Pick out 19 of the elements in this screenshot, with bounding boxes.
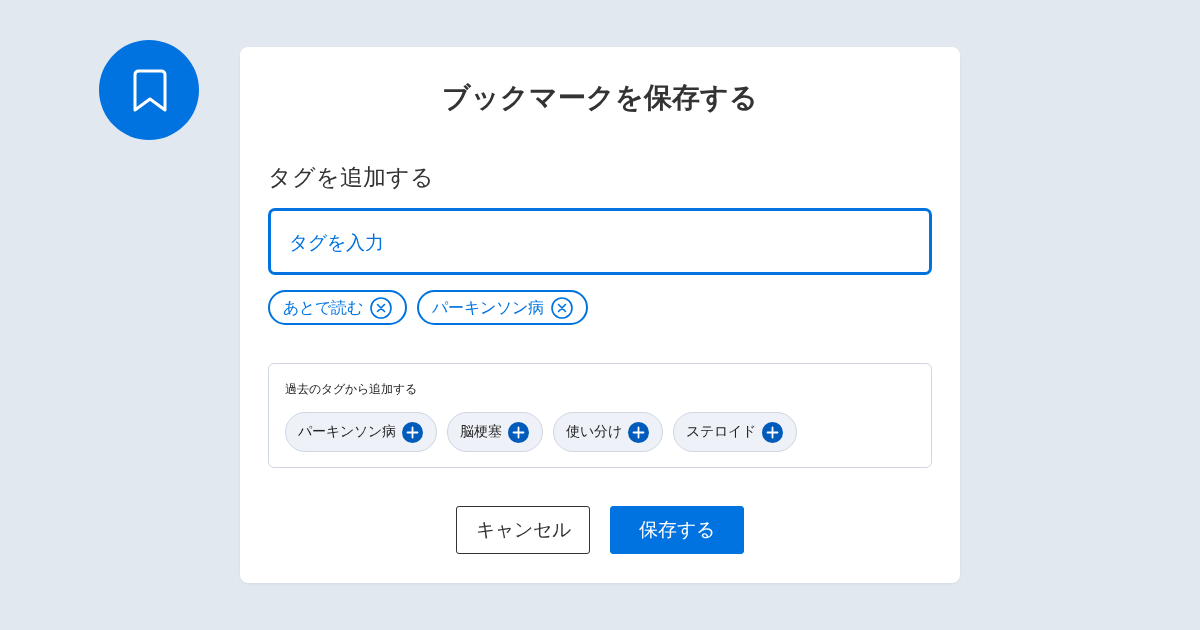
bookmark-icon	[99, 40, 199, 140]
cancel-button[interactable]: キャンセル	[456, 506, 590, 554]
plus-icon	[628, 421, 649, 443]
plus-icon	[402, 421, 423, 443]
save-button[interactable]: 保存する	[610, 506, 744, 554]
section-label: タグを追加する	[268, 163, 434, 192]
past-tag-chip[interactable]: 脳梗塞	[447, 412, 543, 452]
tag-label: あとで読む	[283, 296, 363, 319]
past-tag-chip[interactable]: 使い分け	[553, 412, 663, 452]
past-tags-title: 過去のタグから追加する	[285, 381, 417, 398]
plus-icon	[762, 421, 783, 443]
tag-label: パーキンソン病	[432, 296, 544, 319]
dialog-title: ブックマークを保存する	[442, 80, 758, 116]
past-tag-chip[interactable]: パーキンソン病	[285, 412, 437, 452]
past-tag-chip[interactable]: ステロイド	[673, 412, 797, 452]
close-icon[interactable]	[370, 296, 392, 319]
tag-input-field[interactable]: タグを入力	[268, 208, 932, 275]
close-icon[interactable]	[551, 296, 573, 319]
plus-icon	[508, 421, 529, 443]
